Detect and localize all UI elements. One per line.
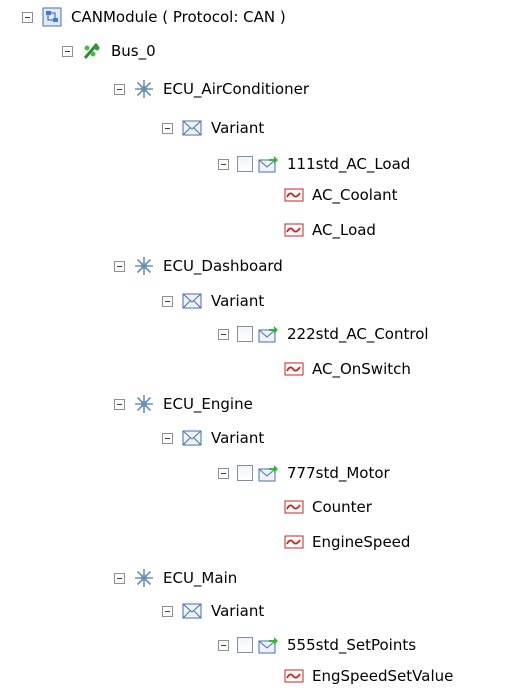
tree-node-variant[interactable]: Variant xyxy=(162,599,266,623)
tree-node-signal[interactable]: EngSpeedSetValue xyxy=(284,664,455,688)
collapse-toggle[interactable] xyxy=(114,398,125,410)
tree-node-variant[interactable]: Variant xyxy=(162,289,266,313)
frame-checkbox[interactable] xyxy=(237,637,253,653)
envelope-icon xyxy=(181,427,203,449)
tree-node-ecu[interactable]: ECU_Dashboard xyxy=(114,254,285,278)
collapse-toggle[interactable] xyxy=(62,45,73,57)
signal-icon xyxy=(284,361,304,377)
node-label: ECU_Dashboard xyxy=(163,257,283,275)
bus-icon xyxy=(81,40,103,62)
frame-checkbox[interactable] xyxy=(237,326,253,342)
tree-node-frame[interactable]: 555std_SetPoints xyxy=(218,633,418,657)
node-label: 555std_SetPoints xyxy=(287,636,417,654)
tree-node-signal[interactable]: Counter xyxy=(284,495,374,519)
node-label: Variant xyxy=(211,119,265,137)
node-label: AC_OnSwitch xyxy=(312,360,411,378)
collapse-toggle[interactable] xyxy=(114,260,125,272)
collapse-toggle[interactable] xyxy=(162,432,173,444)
tree-node-ecu[interactable]: ECU_AirConditioner xyxy=(114,77,311,101)
ecu-icon xyxy=(133,255,155,277)
tree-node-signal[interactable]: AC_OnSwitch xyxy=(284,357,413,381)
envelope-icon xyxy=(181,290,203,312)
collapse-toggle[interactable] xyxy=(114,83,125,95)
signal-icon xyxy=(284,534,304,550)
collapse-toggle[interactable] xyxy=(114,572,125,584)
can-tree-view: CANModule ( Protocol: CAN ) Bus_0 ECU_Ai… xyxy=(0,0,508,690)
signal-icon xyxy=(284,187,304,203)
frame-envelope-icon xyxy=(257,323,279,345)
node-label: ECU_AirConditioner xyxy=(163,80,310,98)
node-label: 777std_Motor xyxy=(287,464,390,482)
ecu-icon xyxy=(133,567,155,589)
tree-node-signal[interactable]: EngineSpeed xyxy=(284,530,412,554)
tree-node-frame[interactable]: 111std_AC_Load xyxy=(218,152,412,176)
tree-node-frame[interactable]: 222std_AC_Control xyxy=(218,322,431,346)
ecu-icon xyxy=(133,393,155,415)
tree-node-variant[interactable]: Variant xyxy=(162,116,266,140)
tree-node-variant[interactable]: Variant xyxy=(162,426,266,450)
node-label: 111std_AC_Load xyxy=(287,155,411,173)
envelope-icon xyxy=(181,117,203,139)
node-label: CANModule ( Protocol: CAN ) xyxy=(71,8,286,26)
tree-node-canmodule[interactable]: CANModule ( Protocol: CAN ) xyxy=(22,5,288,29)
node-label: ECU_Engine xyxy=(163,395,253,413)
collapse-toggle[interactable] xyxy=(218,328,229,340)
frame-envelope-icon xyxy=(257,462,279,484)
tree-node-ecu[interactable]: ECU_Engine xyxy=(114,392,255,416)
frame-envelope-icon xyxy=(257,634,279,656)
signal-icon xyxy=(284,222,304,238)
node-label: Bus_0 xyxy=(111,42,156,60)
tree-node-ecu[interactable]: ECU_Main xyxy=(114,566,239,590)
tree-node-signal[interactable]: AC_Load xyxy=(284,218,378,242)
frame-checkbox[interactable] xyxy=(237,156,253,172)
tree-node-frame[interactable]: 777std_Motor xyxy=(218,461,392,485)
collapse-toggle[interactable] xyxy=(162,122,173,134)
tree-node-bus[interactable]: Bus_0 xyxy=(62,39,158,63)
collapse-toggle[interactable] xyxy=(162,295,173,307)
collapse-toggle[interactable] xyxy=(218,467,229,479)
node-label: Counter xyxy=(312,498,372,516)
node-label: Variant xyxy=(211,602,265,620)
signal-icon xyxy=(284,668,304,684)
collapse-toggle[interactable] xyxy=(218,639,229,651)
tree-node-signal[interactable]: AC_Coolant xyxy=(284,183,400,207)
node-label: Variant xyxy=(211,292,265,310)
collapse-toggle[interactable] xyxy=(22,11,33,23)
collapse-toggle[interactable] xyxy=(218,158,229,170)
ecu-icon xyxy=(133,78,155,100)
node-label: ECU_Main xyxy=(163,569,238,587)
signal-icon xyxy=(284,499,304,515)
frame-envelope-icon xyxy=(257,153,279,175)
node-label: Variant xyxy=(211,429,265,447)
collapse-toggle[interactable] xyxy=(162,605,173,617)
node-label: EngSpeedSetValue xyxy=(312,667,454,685)
envelope-icon xyxy=(181,600,203,622)
node-label: AC_Coolant xyxy=(312,186,398,204)
node-label: 222std_AC_Control xyxy=(287,325,429,343)
node-label: EngineSpeed xyxy=(312,533,411,551)
frame-checkbox[interactable] xyxy=(237,465,253,481)
node-label: AC_Load xyxy=(312,221,376,239)
module-icon xyxy=(41,6,63,28)
